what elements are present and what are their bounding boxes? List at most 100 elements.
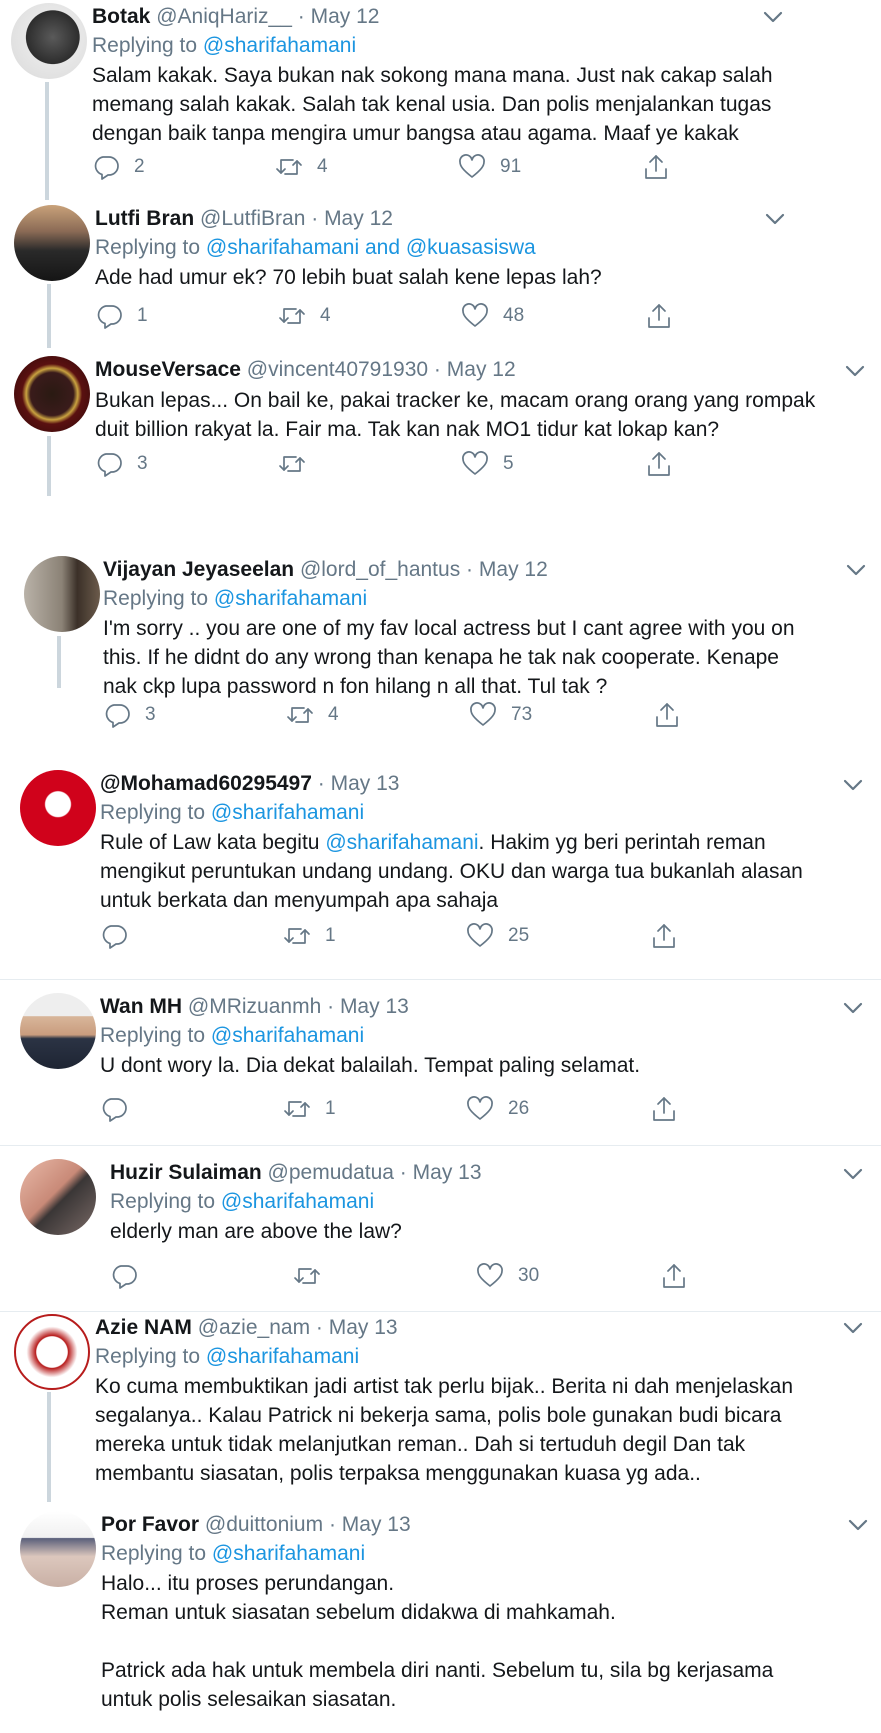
chevron-down-icon[interactable] (763, 10, 783, 24)
reply-button[interactable]: 3 (103, 700, 156, 730)
author-name[interactable]: Wan MH (100, 995, 182, 1018)
author-handle[interactable]: @AniqHariz__ (156, 5, 292, 28)
reply-mention[interactable]: @sharifahamani (211, 1024, 364, 1047)
like-button[interactable]: 26 (466, 1094, 529, 1124)
retweet-button[interactable] (293, 1261, 335, 1291)
reply-mention[interactable]: @sharifahamani (214, 587, 367, 610)
avatar[interactable] (20, 1159, 96, 1235)
avatar[interactable] (20, 993, 96, 1069)
tweet-azie-nam[interactable]: Azie NAM @azie_nam · May 13 Replying to … (0, 1312, 881, 1508)
replying-to-label: Replying to (110, 1190, 216, 1213)
avatar[interactable] (20, 770, 96, 846)
author-name[interactable]: MouseVersace (95, 358, 241, 381)
author-name[interactable]: Botak (92, 5, 150, 28)
like-button[interactable]: 5 (461, 449, 514, 479)
reply-button[interactable]: 3 (95, 449, 148, 479)
reply-button[interactable] (100, 921, 142, 951)
reply-mention[interactable]: @sharifahamani (206, 1345, 359, 1368)
author-handle[interactable]: @lord_of_hantus (300, 558, 460, 581)
tweet-wan-mh[interactable]: Wan MH @MRizuanmh · May 13 Replying to @… (0, 980, 881, 1146)
tweet-text: I'm sorry .. you are one of my fav local… (103, 614, 795, 701)
chevron-down-icon[interactable] (765, 212, 785, 226)
reply-button[interactable]: 1 (95, 301, 148, 331)
reply-mention[interactable]: @sharifahamani (203, 34, 356, 57)
reply-mention[interactable]: @sharifahamani (211, 801, 364, 824)
author-handle[interactable]: @azie_nam (198, 1316, 310, 1339)
like-button[interactable]: 30 (476, 1261, 539, 1291)
like-button[interactable]: 48 (461, 301, 524, 331)
author-name[interactable]: Huzir Sulaiman (110, 1161, 262, 1184)
tweet-date[interactable]: May 13 (342, 1513, 411, 1536)
share-button[interactable] (642, 152, 670, 182)
chevron-down-icon[interactable] (843, 1001, 863, 1015)
replying-to-label: Replying to (95, 236, 201, 259)
author-handle[interactable]: @duittonium (205, 1513, 323, 1536)
tweet-date[interactable]: May 13 (329, 1316, 398, 1339)
like-button[interactable]: 91 (458, 152, 521, 182)
share-button[interactable] (650, 921, 678, 951)
reply-mention[interactable]: @sharifahamani (221, 1190, 374, 1213)
avatar[interactable] (11, 3, 87, 79)
reply-count: 3 (145, 704, 156, 725)
tweet-lutfi-bran[interactable]: Lutfi Bran @LutfiBran · May 12 Replying … (0, 200, 881, 348)
chevron-down-icon[interactable] (848, 1518, 868, 1532)
share-button[interactable] (653, 700, 681, 730)
author-handle[interactable]: @MRizuanmh (188, 995, 321, 1018)
tweet-date[interactable]: May 13 (340, 995, 409, 1018)
reply-mention[interactable]: @sharifahamani and @kuasasiswa (206, 236, 536, 259)
tweet-botak[interactable]: Botak @AniqHariz__ · May 12 Replying to … (0, 0, 881, 200)
avatar[interactable] (20, 1511, 96, 1587)
reply-button[interactable] (100, 1094, 142, 1124)
thread-line (47, 436, 51, 496)
tweet-date[interactable]: May 13 (331, 772, 400, 795)
like-button[interactable]: 25 (466, 921, 529, 951)
tweet-por-favor[interactable]: Por Favor @duittonium · May 13 Replying … (0, 1508, 881, 1733)
tweet-date[interactable]: May 12 (324, 207, 393, 230)
reply-button[interactable] (110, 1261, 152, 1291)
chevron-down-icon[interactable] (846, 563, 866, 577)
share-button[interactable] (650, 1094, 678, 1124)
retweet-button[interactable]: 4 (275, 152, 328, 182)
author-handle[interactable]: @pemudatua (268, 1161, 394, 1184)
retweet-button[interactable]: 1 (283, 1094, 336, 1124)
text-line: this. If he didnt do any wrong than kena… (103, 646, 779, 669)
reply-count: 1 (137, 305, 148, 326)
author-name[interactable]: Vijayan Jeyaseelan (103, 558, 294, 581)
tweet-text: Bukan lepas... On bail ke, pakai tracker… (95, 386, 815, 444)
reply-mention[interactable]: @sharifahamani (212, 1542, 365, 1565)
retweet-button[interactable]: 1 (283, 921, 336, 951)
tweet-date[interactable]: May 13 (413, 1161, 482, 1184)
share-button[interactable] (645, 449, 673, 479)
avatar[interactable] (14, 356, 90, 432)
avatar[interactable] (24, 556, 100, 632)
retweet-button[interactable]: 4 (278, 301, 331, 331)
tweet-huzir-sulaiman[interactable]: Huzir Sulaiman @pemudatua · May 13 Reply… (0, 1146, 881, 1312)
chevron-down-icon[interactable] (843, 1167, 863, 1181)
tweet-date[interactable]: May 12 (447, 358, 516, 381)
share-button[interactable] (660, 1261, 688, 1291)
author-handle[interactable]: @vincent40791930 (247, 358, 428, 381)
author-handle[interactable]: @LutfiBran (200, 207, 305, 230)
retweet-button[interactable]: 4 (286, 700, 339, 730)
text-line: mengikut peruntukan undang undang. OKU d… (100, 860, 803, 883)
tweet-vijayan[interactable]: Vijayan Jeyaseelan @lord_of_hantus · May… (0, 548, 881, 756)
like-button[interactable]: 73 (469, 700, 532, 730)
tweet-date[interactable]: May 12 (311, 5, 380, 28)
share-button[interactable] (645, 301, 673, 331)
inline-mention[interactable]: @sharifahamani (325, 831, 478, 854)
author-name[interactable]: Por Favor (101, 1513, 199, 1536)
author-name[interactable]: Azie NAM (95, 1316, 192, 1339)
avatar[interactable] (14, 205, 90, 281)
chevron-down-icon[interactable] (845, 364, 865, 378)
retweet-button[interactable] (278, 449, 320, 479)
reply-button[interactable]: 2 (92, 152, 145, 182)
like-count: 73 (511, 704, 533, 725)
tweet-mouseversace[interactable]: MouseVersace @vincent40791930 · May 12 B… (0, 348, 881, 548)
tweet-mohamad[interactable]: @Mohamad60295497 · May 13 Replying to @s… (0, 756, 881, 980)
author-name[interactable]: Lutfi Bran (95, 207, 194, 230)
author-name[interactable]: @Mohamad60295497 (100, 772, 312, 795)
avatar[interactable] (14, 1314, 90, 1390)
chevron-down-icon[interactable] (843, 778, 863, 792)
chevron-down-icon[interactable] (843, 1321, 863, 1335)
tweet-date[interactable]: May 12 (479, 558, 548, 581)
